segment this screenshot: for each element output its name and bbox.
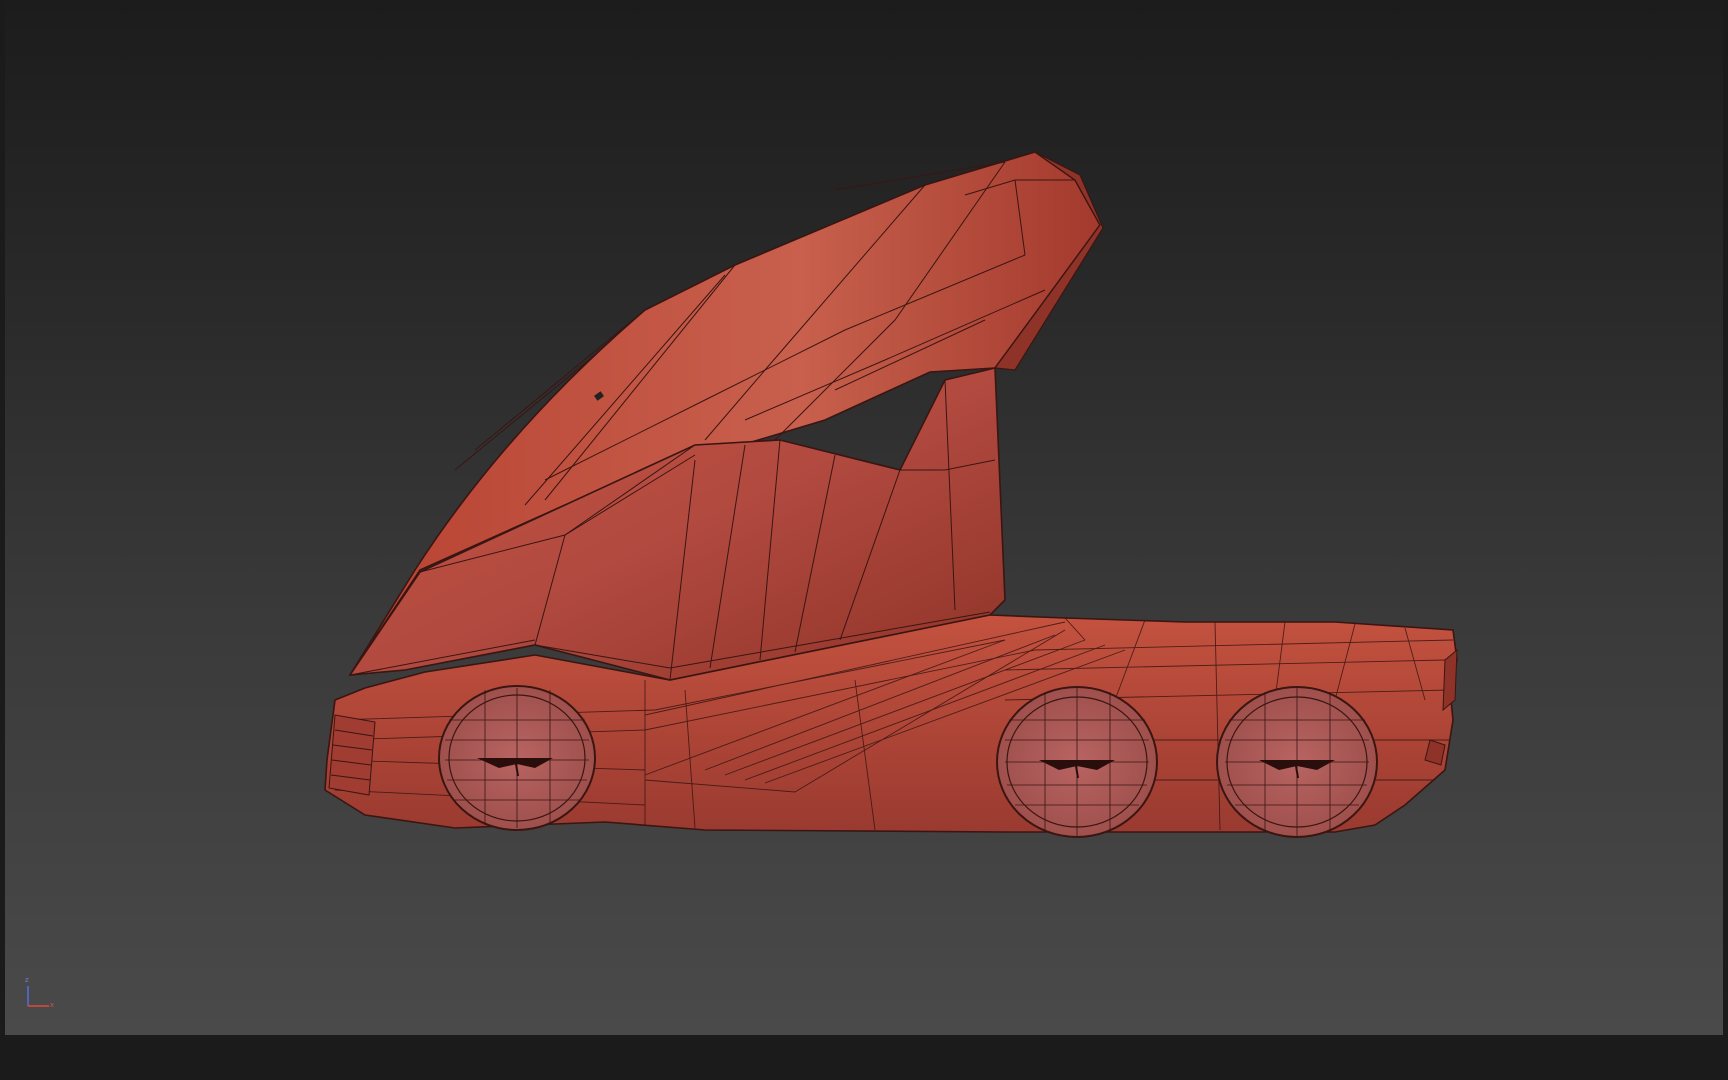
3d-viewport[interactable]: z x xyxy=(5,0,1723,1035)
axis-x-label: x xyxy=(50,1001,55,1009)
wheel-front xyxy=(438,685,596,831)
wheel-rear xyxy=(1216,686,1378,838)
wheel-middle xyxy=(996,686,1158,838)
axis-z-label: z xyxy=(25,976,29,984)
status-bar xyxy=(0,1035,1728,1080)
axis-gizmo: z x xyxy=(19,976,59,1010)
vehicle-model[interactable] xyxy=(5,0,1723,1035)
app-window: z x xyxy=(0,0,1728,1080)
